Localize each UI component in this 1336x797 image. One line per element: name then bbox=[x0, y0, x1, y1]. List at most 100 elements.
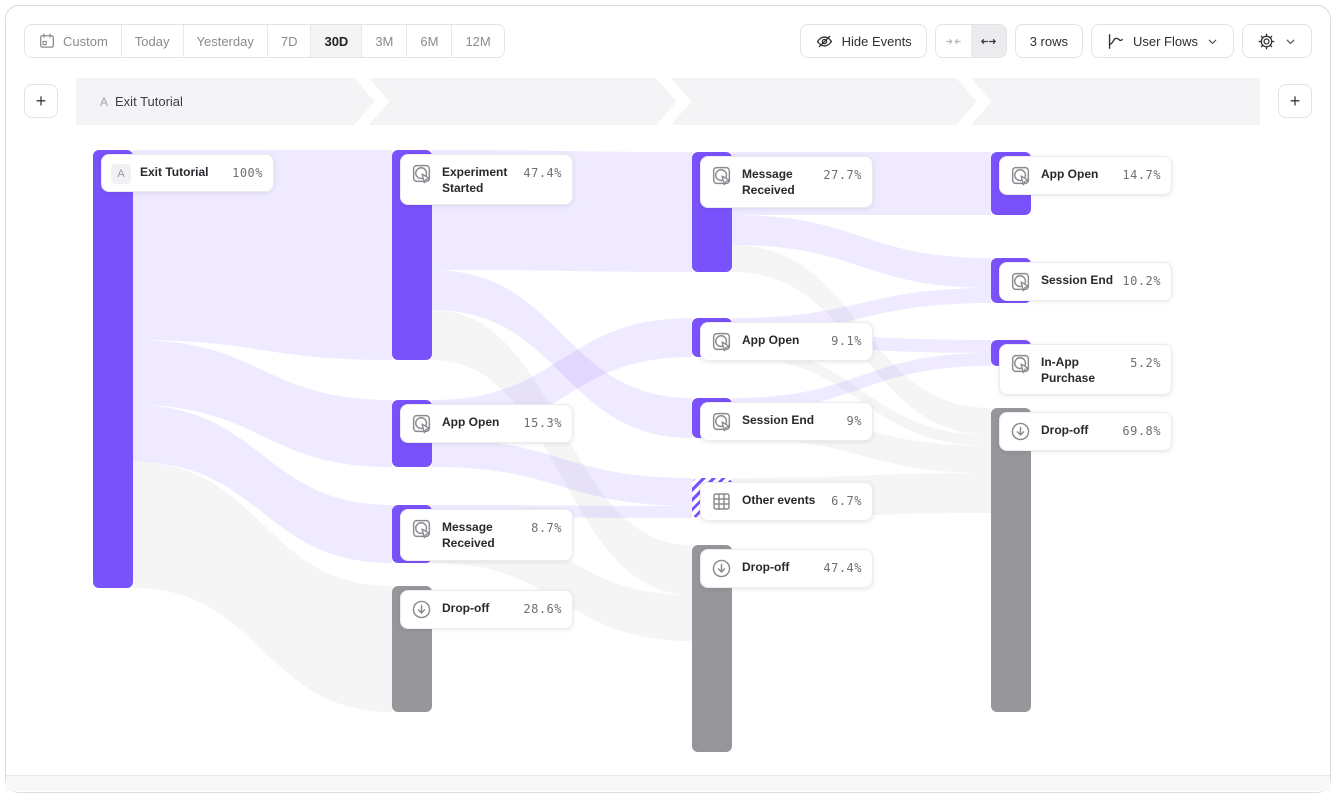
node-label: Drop-off bbox=[442, 598, 514, 617]
drop-off-icon bbox=[410, 598, 433, 621]
plus-icon: + bbox=[1290, 91, 1301, 112]
drop-off-icon bbox=[1009, 420, 1032, 443]
node-label: App Open bbox=[1041, 164, 1113, 183]
node-value: 27.7% bbox=[823, 164, 862, 182]
node-value: 14.7% bbox=[1122, 164, 1161, 182]
date-range-30d[interactable]: 30D bbox=[311, 25, 362, 57]
node-label: Session End bbox=[742, 410, 838, 429]
top-toolbar: Custom Today Yesterday 7D 30D 3M6M 12M Hide Ev… bbox=[24, 24, 1312, 58]
step-band: A Exit Tutorial bbox=[76, 78, 1260, 125]
flow-node-card[interactable]: App Open 15.3% bbox=[400, 404, 573, 443]
hide-events-button[interactable]: Hide Events bbox=[800, 24, 927, 58]
node-label: Message Received bbox=[442, 517, 522, 552]
node-label: Experiment Started bbox=[442, 162, 514, 197]
sankey-node-bar[interactable] bbox=[93, 150, 133, 588]
flow-node-card[interactable]: Session End 9% bbox=[700, 402, 873, 441]
flow-node-card[interactable]: A Exit Tutorial 100% bbox=[101, 154, 274, 192]
node-value: 15.3% bbox=[523, 412, 562, 430]
flow-node-card[interactable]: Drop-off69.8% bbox=[999, 412, 1172, 451]
collapse-columns-button[interactable] bbox=[936, 25, 971, 57]
date-range-label: 30D bbox=[324, 34, 348, 49]
event-icon bbox=[410, 517, 433, 540]
step-chevron-separator bbox=[960, 78, 984, 125]
arrows-collapse-icon bbox=[945, 33, 962, 50]
node-label: Drop-off bbox=[742, 557, 814, 576]
flow-node-card[interactable]: Message Received 27.7% bbox=[700, 156, 873, 208]
expand-columns-button[interactable] bbox=[971, 25, 1006, 57]
width-toggle-group bbox=[935, 24, 1007, 58]
flow-node-card[interactable]: Other events 6.7% bbox=[700, 482, 873, 521]
date-range-12m[interactable]: 12M bbox=[452, 25, 503, 57]
node-value: 47.4% bbox=[523, 162, 562, 180]
date-range-6m[interactable]: 6M bbox=[407, 25, 452, 57]
date-range-label: Custom bbox=[63, 34, 108, 49]
hide-events-label: Hide Events bbox=[842, 34, 912, 49]
node-value: 9.1% bbox=[831, 330, 862, 348]
node-value: 69.8% bbox=[1122, 420, 1161, 438]
node-label: Message Received bbox=[742, 164, 814, 199]
event-icon bbox=[710, 410, 733, 433]
user-flows-app: Custom Today Yesterday 7D 30D 3M6M 12M Hide Ev… bbox=[0, 0, 1336, 797]
step-title: Exit Tutorial bbox=[115, 94, 183, 109]
eye-off-icon bbox=[815, 32, 834, 51]
date-range-7d[interactable]: 7D bbox=[268, 25, 312, 57]
sankey-node-bar[interactable] bbox=[991, 408, 1031, 712]
event-icon bbox=[1009, 164, 1032, 187]
flow-node-card[interactable]: Drop-off 28.6% bbox=[400, 590, 573, 629]
rows-button[interactable]: 3 rows bbox=[1015, 24, 1083, 58]
event-icon bbox=[1009, 352, 1032, 375]
node-label: Session End bbox=[1041, 270, 1113, 289]
step-letter: A bbox=[100, 95, 108, 109]
flow-node-card[interactable]: Experiment Started 47.4% bbox=[400, 154, 573, 205]
flow-node-card[interactable]: In-App Purchase 5.2% bbox=[999, 344, 1172, 395]
node-value: 6.7% bbox=[831, 490, 862, 508]
node-value: 28.6% bbox=[523, 598, 562, 616]
node-value: 5.2% bbox=[1130, 352, 1161, 370]
date-range-today[interactable]: Today bbox=[122, 25, 184, 57]
drop-off-icon bbox=[710, 557, 733, 580]
event-icon bbox=[1009, 270, 1032, 293]
node-value: 9% bbox=[847, 410, 862, 428]
date-range-label: Today bbox=[135, 34, 170, 49]
horizontal-scrollbar[interactable] bbox=[6, 776, 1330, 791]
date-range-yesterday[interactable]: Yesterday bbox=[184, 25, 268, 57]
node-label: In-App Purchase bbox=[1041, 352, 1121, 387]
flow-node-card[interactable]: Message Received 8.7% bbox=[400, 509, 573, 561]
flow-node-card[interactable]: Session End10.2% bbox=[999, 262, 1172, 301]
date-range-label: Yesterday bbox=[197, 34, 254, 49]
flow-step-header: + A Exit Tutorial + bbox=[0, 78, 1336, 125]
date-range-label: 7D bbox=[281, 34, 298, 49]
date-range-label: 12M bbox=[465, 34, 490, 49]
node-value: 100% bbox=[232, 162, 263, 180]
node-label: Exit Tutorial bbox=[140, 162, 223, 181]
flow-node-card[interactable]: App Open 9.1% bbox=[700, 322, 873, 361]
view-selector-button[interactable]: User Flows bbox=[1091, 24, 1234, 58]
other-events-icon bbox=[710, 490, 733, 513]
settings-button[interactable] bbox=[1242, 24, 1312, 58]
node-label: App Open bbox=[742, 330, 822, 349]
rows-label: 3 rows bbox=[1030, 34, 1068, 49]
date-range-custom[interactable]: Custom bbox=[25, 25, 122, 57]
date-range-3m[interactable]: 3M bbox=[362, 25, 407, 57]
date-range-group: Custom Today Yesterday 7D 30D 3M6M 12M bbox=[24, 24, 505, 58]
event-icon bbox=[710, 164, 733, 187]
view-label: User Flows bbox=[1133, 34, 1198, 49]
flow-node-card[interactable]: Drop-off 47.4% bbox=[700, 549, 873, 588]
node-label: App Open bbox=[442, 412, 514, 431]
plus-icon: + bbox=[36, 91, 47, 112]
event-icon bbox=[410, 412, 433, 435]
event-icon bbox=[710, 330, 733, 353]
chart-icon bbox=[1106, 32, 1125, 51]
step-letter-chip: A bbox=[111, 164, 131, 184]
add-step-right-button[interactable]: + bbox=[1278, 84, 1312, 118]
event-icon bbox=[410, 162, 433, 185]
node-value: 8.7% bbox=[531, 517, 562, 535]
add-step-left-button[interactable]: + bbox=[24, 84, 58, 118]
node-label: Other events bbox=[742, 490, 822, 509]
chevron-down-icon bbox=[1284, 35, 1297, 48]
step-chevron-separator bbox=[660, 78, 684, 125]
flow-node-card[interactable]: App Open 14.7% bbox=[999, 156, 1172, 195]
step-label[interactable]: A Exit Tutorial bbox=[100, 78, 183, 125]
node-value: 47.4% bbox=[823, 557, 862, 575]
right-tools: Hide Events bbox=[800, 24, 1312, 58]
